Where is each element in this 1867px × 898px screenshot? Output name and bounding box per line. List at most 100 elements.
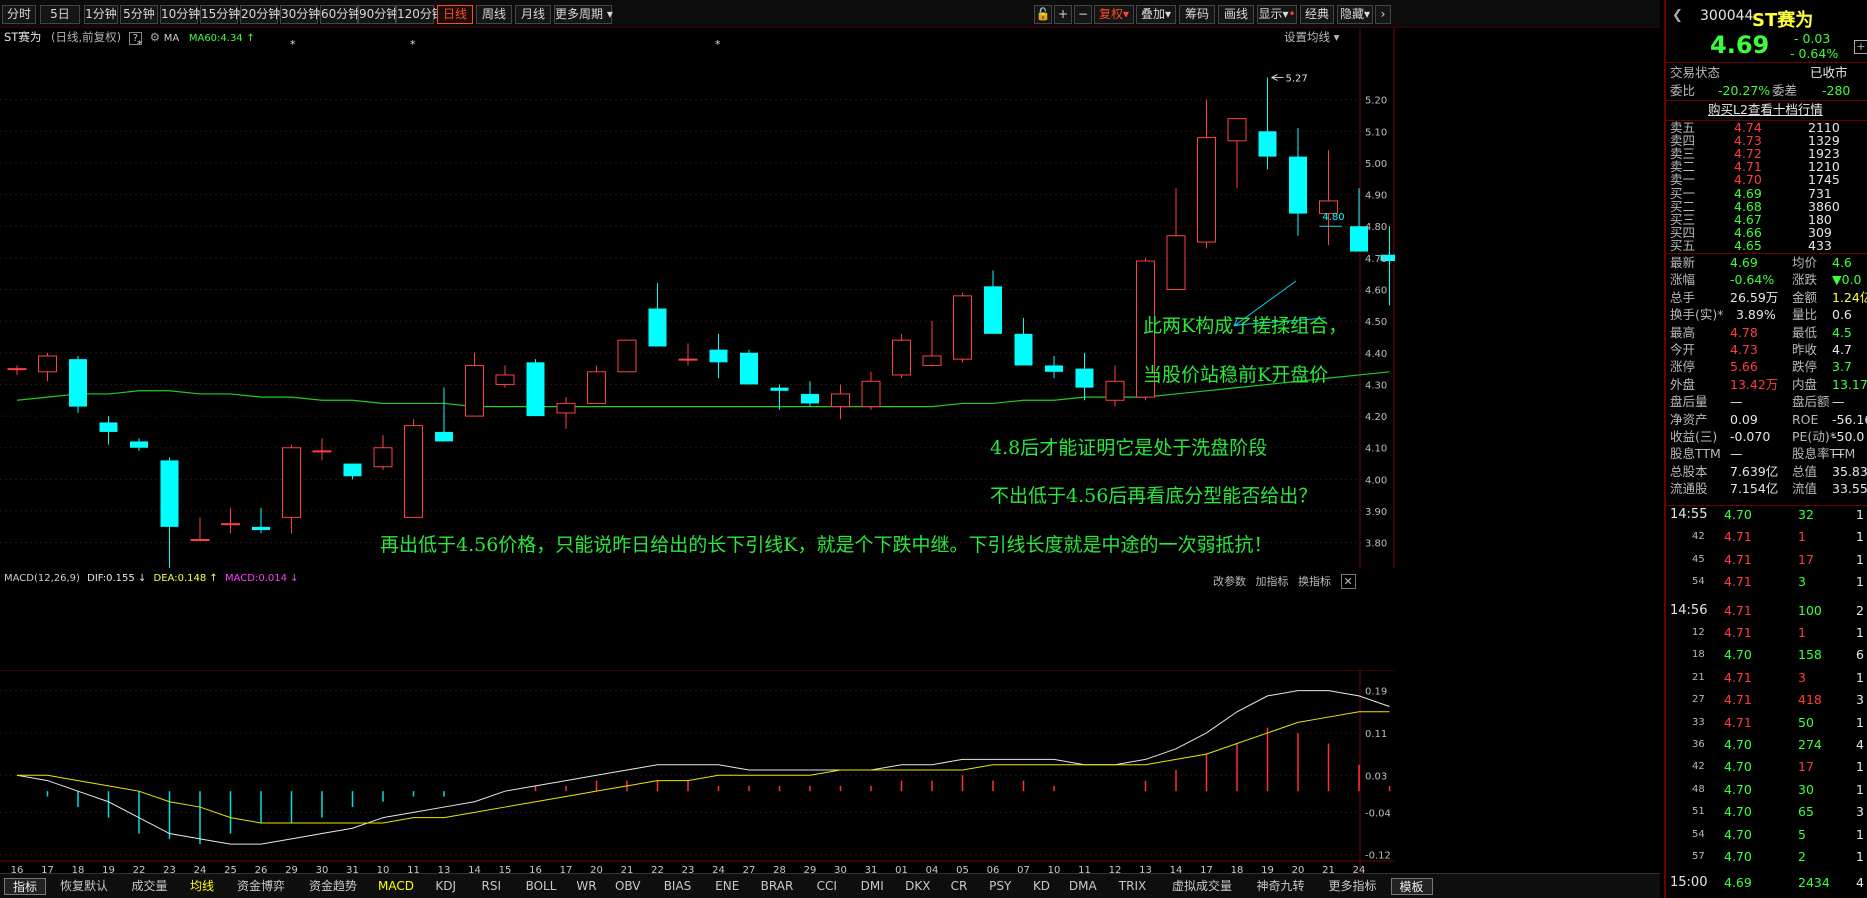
stat-label: 金额	[1792, 289, 1818, 305]
macd-axis-label: -0.12	[1365, 851, 1391, 862]
period-tab-15min[interactable]: 15分钟	[200, 5, 240, 24]
tick-count: 1	[1856, 759, 1864, 775]
lock-icon[interactable]: 🔓	[1034, 5, 1052, 24]
change-params-button[interactable]: 改参数	[1213, 575, 1246, 588]
stat-row: 最新 4.69 均价 4.6	[1666, 254, 1867, 271]
switch-indicator-button[interactable]: 换指标	[1298, 575, 1331, 588]
period-tab-60min[interactable]: 60分钟	[320, 5, 360, 24]
indicator-tab-17[interactable]: DMI	[852, 878, 894, 895]
hide-dropdown[interactable]: 隐藏▾	[1337, 5, 1373, 24]
indicator-tab-19[interactable]: CR	[943, 878, 976, 895]
add-indicator-button[interactable]: 加指标	[1256, 575, 1289, 588]
indicator-tab-16[interactable]: CCI	[806, 878, 848, 895]
indicator-tab-9[interactable]: RSI	[471, 878, 513, 895]
gear-icon[interactable]: ⚙	[150, 30, 160, 44]
period-tab-daily[interactable]: 日线	[437, 5, 473, 24]
chevron-left-icon[interactable]: ❮	[1672, 8, 1683, 23]
tick-row: 45 4.71 17 1	[1666, 551, 1867, 569]
indicator-tab-5[interactable]: 资金博弈	[227, 878, 295, 895]
period-tab-20min[interactable]: 20分钟	[240, 5, 280, 24]
period-tab-1min[interactable]: 1分钟	[84, 5, 118, 24]
indicator-tab-13[interactable]: BIAS	[653, 878, 703, 895]
overlay-label: 叠加	[1140, 7, 1165, 21]
plus-icon[interactable]: +	[1054, 5, 1072, 24]
weicha-label: 委差	[1772, 83, 1798, 98]
period-tab-5day[interactable]: 5日	[40, 5, 80, 24]
period-tab-120min[interactable]: 120分钟	[396, 5, 444, 24]
indicator-tab-15[interactable]: BRAR	[752, 878, 802, 895]
macd-chart[interactable]: 0.190.110.03-0.04-0.12 16 17 18 19 22 23 24 25 2…	[0, 670, 1395, 875]
overlay-dropdown[interactable]: 叠加▾	[1136, 5, 1176, 24]
indicator-tab-21[interactable]: KD	[1025, 878, 1058, 895]
period-tab-30min[interactable]: 30分钟	[280, 5, 320, 24]
indicator-tab-8[interactable]: KDJ	[425, 878, 467, 895]
plus-icon[interactable]: +	[1854, 40, 1867, 54]
classic-button[interactable]: 经典	[1300, 5, 1334, 24]
price-axis-label: 4.00	[1365, 475, 1387, 486]
indicator-tab-6[interactable]: 资金趋势	[299, 878, 367, 895]
indicator-tab-14[interactable]: ENE	[707, 878, 749, 895]
tick-price: 4.70	[1724, 647, 1752, 663]
high-arrow-icon	[1271, 74, 1284, 81]
price-axis-label: 4.30	[1365, 380, 1387, 391]
indicator-tab-3[interactable]: 成交量	[122, 878, 177, 895]
indicator-tab-25[interactable]: 神奇九转	[1247, 878, 1315, 895]
minus-icon[interactable]: −	[1074, 5, 1092, 24]
stat-label: 总股本	[1670, 463, 1708, 479]
chevron-right-icon[interactable]: ›	[1375, 5, 1391, 24]
indicator-tab-10[interactable]: BOLL	[516, 878, 566, 895]
stat-label: ROE	[1792, 411, 1819, 427]
indicator-tab-1[interactable]: 指标	[4, 878, 46, 895]
stat-value: -50.0	[1832, 429, 1865, 444]
stat-label: 净资产	[1670, 411, 1708, 427]
macd-arrow-icon: ↓	[290, 573, 299, 584]
tick-time: 54	[1692, 576, 1705, 588]
tick-row: 14:56 4.71 100 2	[1666, 602, 1867, 620]
candle-body	[312, 450, 332, 453]
annotation-5: 再出低于4.56价格，只能说昨日给出的长下引线K，就是个下跌中继。下引线长度就是…	[380, 534, 1273, 556]
l2-link[interactable]: 购买L2查看十档行情	[1708, 101, 1823, 119]
ma-settings-button[interactable]: 设置均线 ▾	[1284, 29, 1339, 45]
help-icon[interactable]: ?	[128, 32, 143, 45]
weibi-label: 委比	[1670, 83, 1696, 98]
indicator-tab-23[interactable]: TRIX	[1108, 878, 1158, 895]
period-tab-10min[interactable]: 10分钟	[160, 5, 200, 24]
indicator-tab-20[interactable]: PSY	[980, 878, 1022, 895]
chevron-down-icon: ▾	[1122, 7, 1130, 21]
candle-body	[740, 352, 758, 385]
period-tab-weekly[interactable]: 周线	[476, 5, 512, 24]
indicator-tab-2[interactable]: 恢复默认	[50, 878, 118, 895]
price-axis-label: 4.20	[1365, 412, 1387, 423]
stat-label: 今开	[1670, 342, 1696, 357]
indicator-tab-26[interactable]: 更多指标	[1319, 878, 1387, 895]
indicator-tab-27[interactable]: 模板	[1390, 878, 1433, 895]
indicator-tab-18[interactable]: DKX	[897, 878, 939, 895]
tick-count: 1	[1856, 507, 1864, 522]
draw-line-button[interactable]: 画线	[1218, 5, 1254, 24]
event-marker-icon: *	[290, 38, 296, 51]
stat-label: 涨停	[1670, 359, 1696, 375]
fuquan-dropdown[interactable]: 复权▾	[1094, 5, 1134, 24]
indicator-tab-7[interactable]: MACD	[371, 878, 421, 895]
close-icon[interactable]: ✕	[1340, 574, 1356, 589]
indicator-tab-22[interactable]: DMA	[1062, 878, 1104, 895]
period-tab-monthly[interactable]: 月线	[515, 5, 551, 24]
indicator-tab-24[interactable]: 虚拟成交量	[1162, 878, 1243, 895]
stat-value: 4.69	[1730, 255, 1758, 270]
candle-body	[373, 447, 393, 468]
stat-value: 4.73	[1730, 342, 1758, 357]
indicator-tab-4[interactable]: 均线	[181, 878, 223, 895]
indicator-tab-11[interactable]: WR	[570, 878, 603, 895]
more-periods-dropdown[interactable]: 更多周期 ▾	[554, 5, 613, 24]
chip-button[interactable]: 筹码	[1179, 5, 1215, 24]
period-tab-90min[interactable]: 90分钟	[358, 5, 398, 24]
period-tab-fenshi[interactable]: 分时	[2, 5, 36, 24]
indicator-tab-12[interactable]: OBV	[607, 878, 649, 895]
price-axis-label: 5.10	[1365, 127, 1387, 138]
display-dropdown[interactable]: 显示▾•	[1257, 5, 1297, 24]
period-tab-5min[interactable]: 5分钟	[120, 5, 158, 24]
tick-volume: 17	[1798, 759, 1814, 775]
buy-row: 买三 4.67 180	[1666, 213, 1867, 226]
stat-label: 流通股	[1670, 481, 1708, 497]
stat-value: 35.83亿	[1832, 463, 1867, 479]
